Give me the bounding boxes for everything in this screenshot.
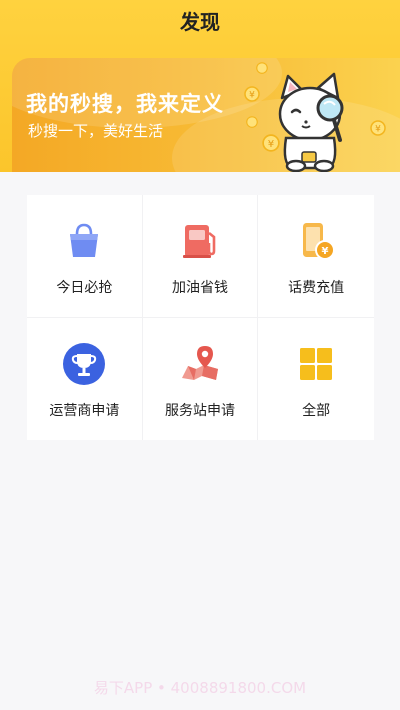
grid-icon: [300, 347, 333, 380]
phone-recharge-icon: ¥: [303, 223, 336, 260]
menu-item-phone-recharge[interactable]: ¥ 话费充值: [258, 195, 374, 318]
menu-item-label: 全部: [302, 402, 331, 419]
menu-item-fuel-savings[interactable]: 加油省钱: [142, 195, 259, 318]
menu-item-label: 今日必抢: [56, 280, 113, 296]
svg-text:¥: ¥: [249, 91, 255, 101]
watermark: 易下APP • 4008891800.COM: [93, 679, 307, 697]
banner-title: 我的秒搜，我来定义: [26, 92, 224, 116]
header: 发现 ¥ ¥ ¥ 我的秒搜，我来定义 秒搜一下，美好生活: [0, 0, 400, 172]
menu-item-label: 服务站申请: [164, 402, 235, 419]
coin-icon: ¥: [244, 86, 260, 102]
menu-item-label: 运营商申请: [49, 402, 120, 419]
cat-mascot-icon: [278, 72, 344, 172]
banner-subtitle: 秒搜一下，美好生活: [28, 122, 164, 140]
coin-icon: [246, 116, 258, 128]
shopping-bag-icon: [70, 223, 99, 257]
svg-text:¥: ¥: [322, 246, 329, 257]
menu-item-all[interactable]: 全部: [258, 318, 374, 441]
menu-item-label: 加油省钱: [171, 280, 228, 296]
fuel-pump-icon: [182, 225, 216, 258]
feature-menu-grid: 今日必抢 加油省钱 ¥ 话费充值 运营商申请 服务站申请 全部: [27, 195, 374, 440]
menu-item-label: 话费充值: [288, 280, 345, 296]
menu-item-operator-apply[interactable]: 运营商申请: [27, 317, 143, 440]
map-pin-icon: [181, 345, 218, 380]
page-title: 发现: [180, 10, 220, 34]
menu-item-today-deals[interactable]: 今日必抢: [27, 195, 143, 318]
svg-text:¥: ¥: [375, 125, 381, 135]
coin-icon: ¥: [370, 120, 386, 136]
coin-icon: [256, 62, 268, 74]
trophy-icon: [63, 342, 106, 385]
menu-item-service-station-apply[interactable]: 服务站申请: [143, 317, 259, 440]
